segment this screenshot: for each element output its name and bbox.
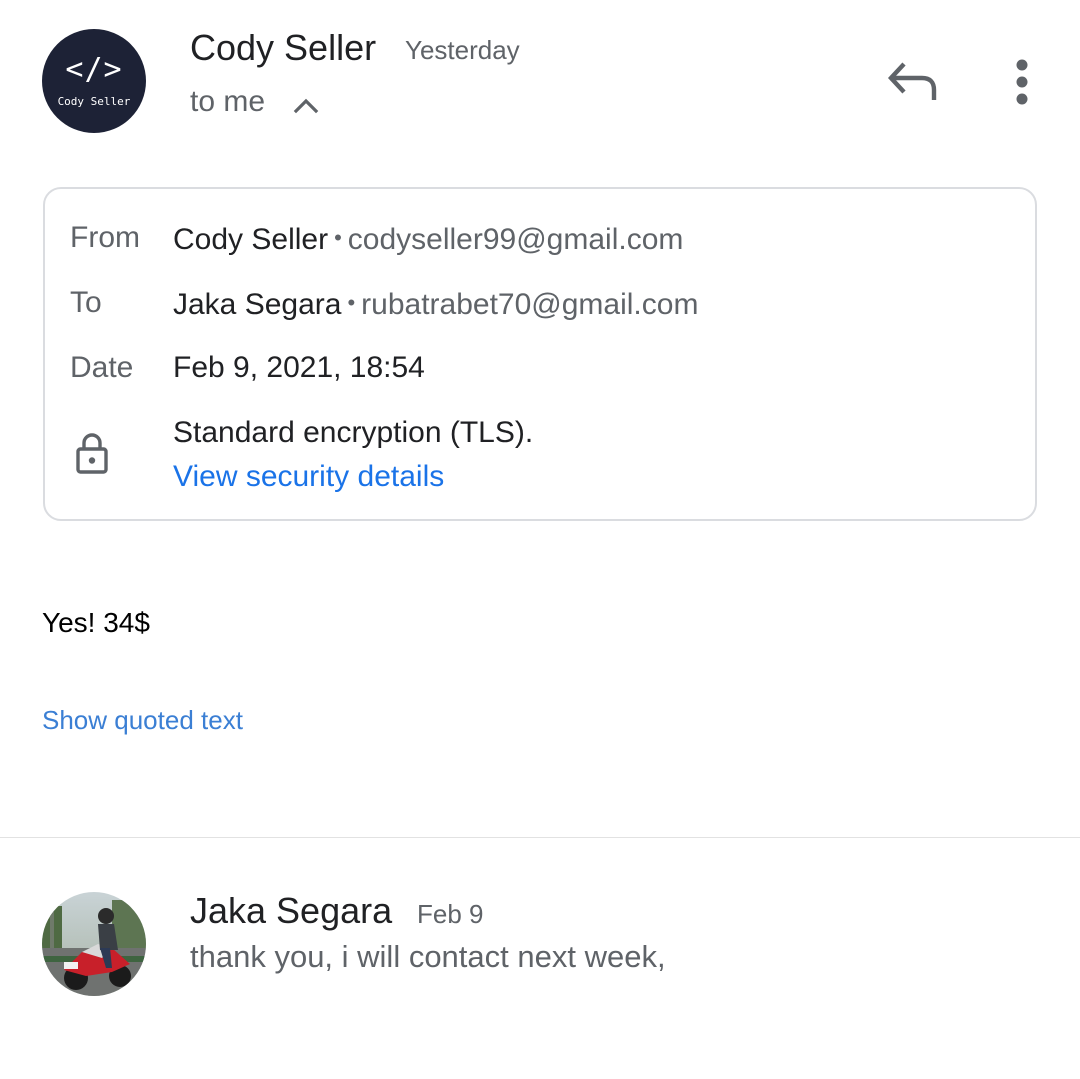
from-email[interactable]: codyseller99@gmail.com xyxy=(348,223,684,256)
to-value: Jaka Segara • rubatrabet70@gmail.com xyxy=(173,285,698,323)
motorcycle-photo-icon xyxy=(42,892,146,996)
more-vertical-icon[interactable] xyxy=(1004,56,1040,110)
sender-avatar[interactable]: </> Cody Seller xyxy=(42,29,146,133)
security-text: Standard encryption (TLS). xyxy=(173,416,534,449)
previous-sender-name: Jaka Segara xyxy=(190,890,393,931)
from-value: Cody Seller • codyseller99@gmail.com xyxy=(173,220,683,258)
date-value: Feb 9, 2021, 18:54 xyxy=(173,351,425,384)
reply-icon[interactable] xyxy=(884,56,942,106)
message-divider xyxy=(0,837,1080,838)
message-details-card: From Cody Seller • codyseller99@gmail.com … xyxy=(43,187,1037,521)
to-name: Jaka Segara xyxy=(173,288,342,321)
lock-icon xyxy=(76,433,108,474)
separator-dot: • xyxy=(347,290,356,315)
recipient-summary[interactable]: to me xyxy=(190,84,265,120)
previous-message-snippet: thank you, i will contact next week, xyxy=(190,939,666,974)
from-name: Cody Seller xyxy=(173,223,329,256)
view-security-details-link[interactable]: View security details xyxy=(173,459,444,495)
to-label: To xyxy=(70,286,102,319)
email-thread: </> Cody Seller Cody Seller Yesterday to… xyxy=(0,0,1080,1079)
message-date: Yesterday xyxy=(405,35,520,65)
message-body: Yes! 34$ xyxy=(42,607,150,638)
avatar-logo-text: Cody Seller xyxy=(57,95,131,108)
date-label: Date xyxy=(70,351,134,384)
sender-name: Cody Seller xyxy=(190,27,377,68)
from-label: From xyxy=(70,221,140,254)
sender-avatar-photo[interactable] xyxy=(42,892,146,996)
previous-message-date: Feb 9 xyxy=(417,899,484,929)
show-quoted-text-link[interactable]: Show quoted text xyxy=(42,704,243,736)
to-email[interactable]: rubatrabet70@gmail.com xyxy=(361,288,698,321)
code-logo-icon: </> xyxy=(65,52,123,87)
separator-dot: • xyxy=(334,225,342,250)
chevron-up-icon[interactable] xyxy=(291,92,321,116)
